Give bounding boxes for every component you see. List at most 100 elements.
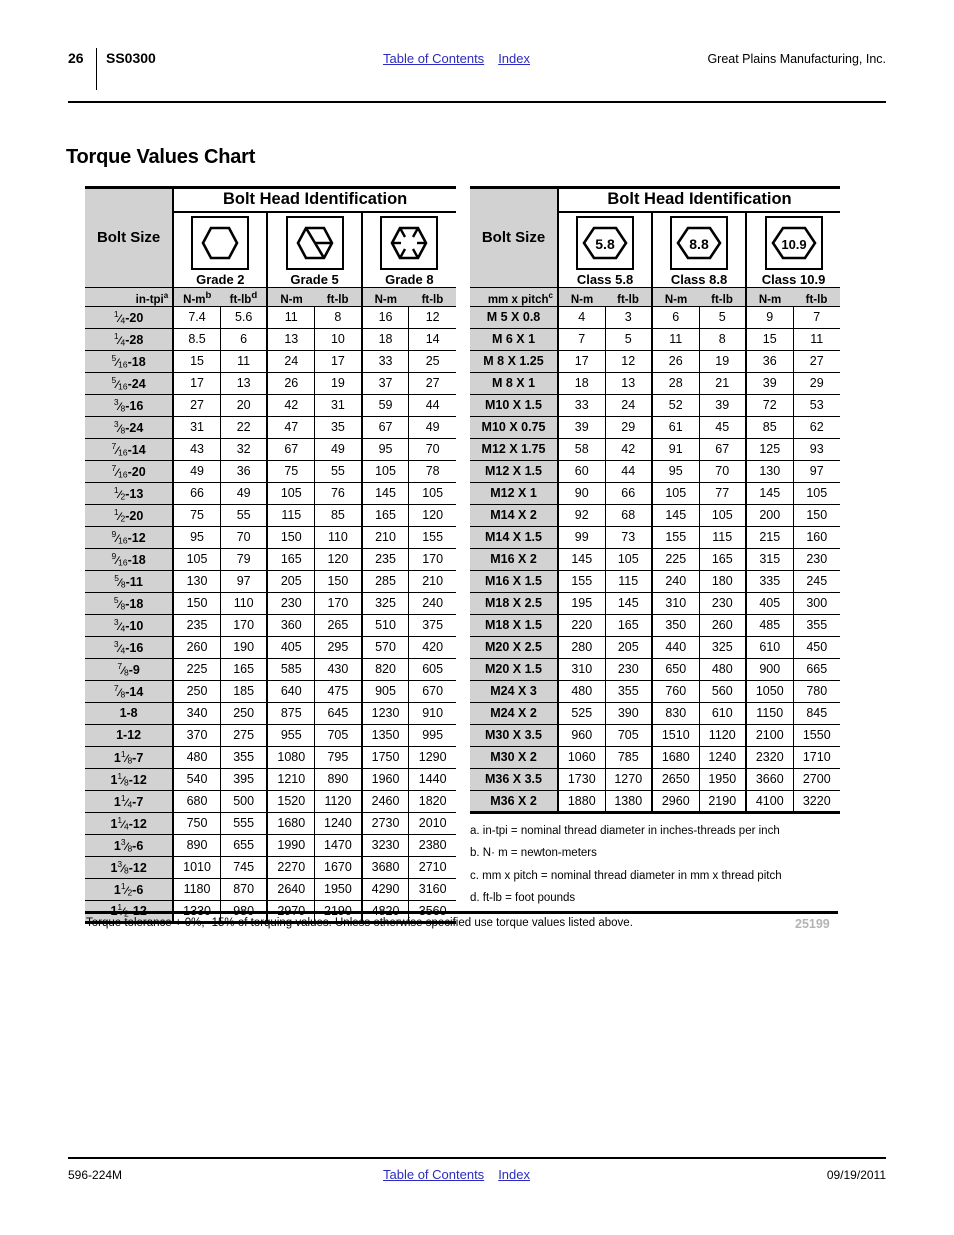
- torque-value: 560: [699, 680, 747, 703]
- grade-8-cell: Grade 8: [362, 212, 456, 288]
- torque-value: 44: [605, 460, 653, 483]
- torque-value: 350: [652, 614, 700, 637]
- footnotes: a. in-tpi = nominal thread diameter in i…: [470, 820, 850, 910]
- torque-value: 95: [361, 438, 410, 461]
- torque-value: 27: [408, 372, 456, 395]
- torque-value: 37: [361, 372, 410, 395]
- torque-value: 315: [746, 548, 794, 571]
- torque-value: 300: [793, 592, 841, 615]
- footer-table-of-contents-link[interactable]: Table of Contents: [383, 1167, 484, 1182]
- torque-value: 205: [267, 570, 316, 593]
- footer-index-link[interactable]: Index: [498, 1167, 530, 1182]
- hex-marked-svg: 8.8: [676, 226, 722, 259]
- bolt-size-value: M24 X 3: [470, 680, 559, 703]
- table-row: 1⁄4-20 7.4 5.6 11 8 16 12: [85, 306, 456, 329]
- torque-value: 42: [605, 438, 653, 461]
- table-row: M12 X 1.5 60 44 95 70 130 97: [470, 460, 841, 483]
- bolt-size-value: 5⁄16-24: [85, 372, 175, 395]
- torque-value: 27: [173, 394, 221, 417]
- torque-value: 665: [793, 658, 841, 681]
- torque-value: 85: [314, 504, 363, 527]
- torque-value: 67: [267, 438, 316, 461]
- torque-value: 250: [220, 702, 269, 725]
- table-row: M12 X 1.75 58 42 91 67 125 93: [470, 438, 841, 461]
- bolt-size-value: M14 X 1.5: [470, 526, 559, 549]
- bolt-size-value: 11⁄2-6: [85, 878, 175, 901]
- page-header: 26 SS0300 Table of Contents Index Great P…: [68, 48, 886, 90]
- torque-value: 360: [267, 614, 316, 637]
- class-mark-text: 8.8: [689, 236, 709, 252]
- torque-value: 355: [605, 680, 653, 703]
- class-5-8-cell: 5.8 Class 5.8: [558, 211, 653, 287]
- table-row: 1⁄2-20 75 55 115 85 165 120: [85, 504, 456, 527]
- torque-value: 480: [558, 680, 606, 703]
- torque-value: 1680: [652, 746, 700, 769]
- torque-value: 570: [361, 636, 410, 659]
- torque-value: 285: [361, 570, 410, 593]
- torque-value: 1350: [361, 724, 410, 747]
- torque-value: 3160: [408, 878, 456, 901]
- header-index-link[interactable]: Index: [498, 51, 530, 66]
- torque-value: 310: [558, 658, 606, 681]
- table-row: 11⁄4-12 750 555 1680 1240 2730 2010: [85, 812, 456, 835]
- torque-value: 150: [173, 592, 221, 615]
- imperial-bolt-size-header: Bolt Size: [85, 186, 175, 287]
- table-row: M 8 X 1.25 17 12 26 19 36 27: [470, 350, 841, 373]
- torque-value: 225: [173, 658, 221, 681]
- torque-value: 5: [605, 328, 653, 351]
- torque-value: 1710: [793, 746, 841, 769]
- torque-value: 130: [746, 460, 794, 483]
- hex-marked-8-8-icon: 8.8: [670, 215, 728, 270]
- torque-value: 705: [314, 724, 363, 747]
- hex-3line-svg: [296, 226, 334, 259]
- metric-c88-ftlb-header: ft-lb: [699, 286, 747, 307]
- torque-value: 8: [699, 328, 747, 351]
- torque-value: 190: [220, 636, 269, 659]
- bolt-size-value: M18 X 2.5: [470, 592, 559, 615]
- torque-value: 7.4: [173, 306, 221, 329]
- torque-value: 105: [605, 548, 653, 571]
- torque-value: 1120: [699, 724, 747, 747]
- torque-value: 845: [793, 702, 841, 725]
- imperial-g8-nm-header: N-m: [361, 286, 409, 307]
- table-row: M20 X 1.5 310 230 650 480 900 665: [470, 658, 841, 681]
- torque-value: 390: [605, 702, 653, 725]
- torque-value: 21: [699, 372, 747, 395]
- torque-value: 640: [267, 680, 316, 703]
- bolt-size-value: M 6 X 1: [470, 328, 559, 351]
- torque-value: 120: [314, 548, 363, 571]
- page-title: Torque Values Chart: [66, 146, 256, 168]
- torque-value: 240: [408, 592, 456, 615]
- torque-value: 105: [173, 548, 221, 571]
- table-row: 11⁄8-12 540 395 1210 890 1960 1440: [85, 768, 456, 791]
- torque-value: 230: [793, 548, 841, 571]
- torque-value: 2700: [793, 768, 841, 791]
- torque-value: 66: [605, 482, 653, 505]
- torque-value: 32: [220, 438, 269, 461]
- torque-value: 405: [267, 636, 316, 659]
- torque-value: 26: [652, 350, 700, 373]
- torque-value: 355: [220, 746, 269, 769]
- bolt-size-value: 7⁄16-20: [85, 460, 175, 483]
- torque-value: 890: [173, 834, 221, 857]
- torque-value: 52: [652, 394, 700, 417]
- torque-value: 1150: [746, 702, 794, 725]
- torque-value: 4: [558, 306, 606, 329]
- torque-value: 1060: [558, 746, 606, 769]
- torque-value: 115: [699, 526, 747, 549]
- class-mark-text: 10.9: [781, 237, 806, 252]
- table-row: 3⁄8-24 31 22 47 35 67 49: [85, 416, 456, 439]
- torque-value: 1010: [173, 856, 221, 879]
- hex-marked-5-8-icon: 5.8: [576, 215, 634, 270]
- header-table-of-contents-link[interactable]: Table of Contents: [383, 51, 484, 66]
- imperial-g5-ftlb-header: ft-lb: [314, 286, 363, 307]
- torque-value: 870: [220, 878, 269, 901]
- torque-value: 79: [220, 548, 269, 571]
- class-mark-text: 5.8: [595, 236, 615, 252]
- grade-5-label: Grade 5: [290, 271, 339, 287]
- torque-value: 2650: [652, 768, 700, 791]
- torque-value: 705: [605, 724, 653, 747]
- torque-value: 31: [173, 416, 221, 439]
- metric-torque-table: Bolt Size Bolt Head Identification 5.8 C…: [470, 186, 841, 815]
- bolt-size-value: 5⁄8-18: [85, 592, 175, 615]
